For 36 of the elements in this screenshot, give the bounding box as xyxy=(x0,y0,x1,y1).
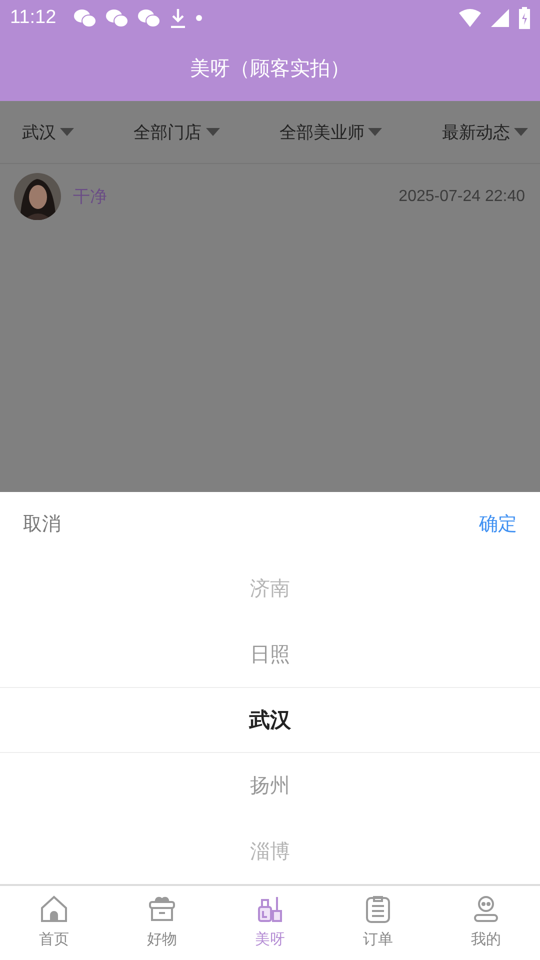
post-time: 2025-07-24 22:40 xyxy=(398,188,525,206)
filter-dropdown[interactable]: 最新动态 xyxy=(442,120,528,144)
picker-option[interactable]: 扬州 xyxy=(0,752,540,818)
dot-icon xyxy=(196,15,202,21)
tab-bar-item[interactable]: 首页 xyxy=(0,886,108,960)
dropdown-caret-icon xyxy=(60,128,74,136)
clipboard-icon xyxy=(363,894,393,924)
download-icon xyxy=(170,8,186,28)
status-time: 11:12 xyxy=(10,7,56,29)
filter-dropdown[interactable]: 武汉 xyxy=(22,120,74,144)
signal-icon xyxy=(491,9,509,27)
chat-bubbles-icon xyxy=(74,8,96,28)
picker-option[interactable]: 日照 xyxy=(0,621,540,687)
wifi-icon xyxy=(459,9,481,27)
dropdown-caret-icon xyxy=(206,128,220,136)
picker-option[interactable]: 淄博 xyxy=(0,818,540,884)
tab-bar-item[interactable]: 订单 xyxy=(324,886,432,960)
picker-option[interactable]: 济南 xyxy=(0,556,540,622)
filter-dropdown[interactable]: 全部门店 xyxy=(134,120,220,144)
tab-bar-item[interactable]: 我的 xyxy=(432,886,540,960)
battery-icon xyxy=(519,7,530,29)
dropdown-caret-icon xyxy=(368,128,382,136)
filter-dropdown[interactable]: 全部美业师 xyxy=(279,120,382,144)
nail-polish-icon xyxy=(255,894,285,924)
tab-bar-item[interactable]: 美呀 xyxy=(216,886,324,960)
confirm-button[interactable]: 确定 xyxy=(479,510,517,537)
chat-bubbles-icon xyxy=(106,8,128,28)
picker-option[interactable]: 武汉 xyxy=(0,686,540,753)
home-icon xyxy=(39,894,69,924)
chat-bubbles-icon xyxy=(138,8,160,28)
page-title: 美呀（顾客实拍） xyxy=(189,55,351,82)
user-icon xyxy=(471,894,501,924)
dropdown-caret-icon xyxy=(514,128,528,136)
tab-bar-item[interactable]: 好物 xyxy=(108,886,216,960)
box-icon xyxy=(147,894,177,924)
cancel-button[interactable]: 取消 xyxy=(23,510,61,537)
